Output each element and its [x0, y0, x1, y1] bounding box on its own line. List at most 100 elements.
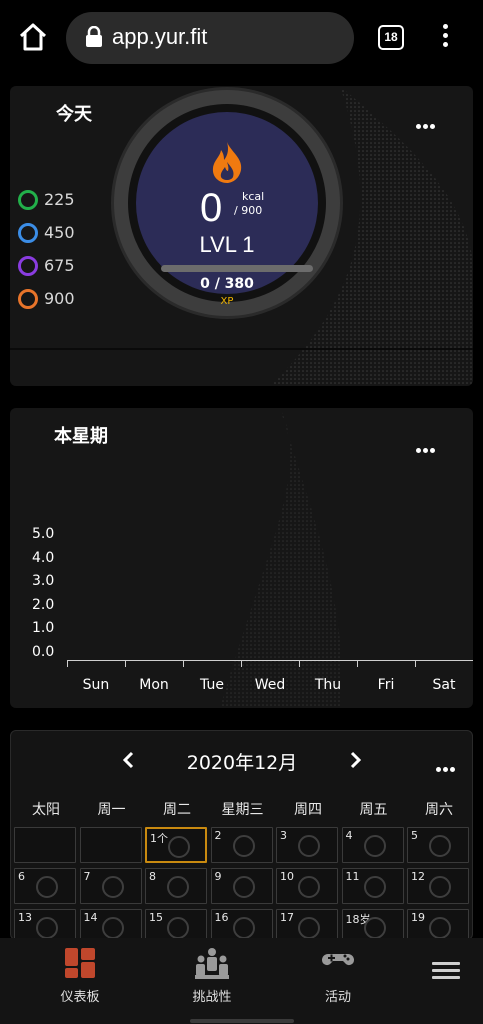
calendar-day[interactable]: 11 — [341, 868, 404, 904]
day-progress-ring — [36, 917, 58, 939]
nav-challenges[interactable]: 挑战性 — [162, 946, 262, 1005]
nav-label-dashboard: 仪表板 — [60, 990, 100, 1005]
calendar-day[interactable]: 15 — [145, 909, 207, 939]
y-tick-label: 1.0 — [32, 620, 55, 636]
hamburger-menu-icon[interactable] — [432, 962, 460, 982]
xp-label: XP — [220, 296, 234, 307]
browser-menu-icon[interactable] — [436, 24, 454, 52]
calendar-day[interactable]: 16 — [210, 909, 273, 939]
chevron-left-icon[interactable] — [121, 751, 135, 769]
challenges-icon — [194, 946, 230, 980]
calendar-day[interactable]: 13 — [14, 909, 76, 939]
day-number: 6 — [18, 870, 25, 883]
day-progress-ring — [363, 835, 386, 857]
kcal-unit: kcal — [242, 190, 265, 203]
day-number: 12 — [411, 870, 425, 883]
gauge-face: 0 kcal / 900 LVL 1 0 / 380 XP — [136, 112, 318, 307]
today-options-icon[interactable] — [416, 114, 440, 129]
nav-dashboard[interactable]: 仪表板 — [30, 946, 130, 1005]
x-tick-mark — [299, 660, 300, 667]
ring-legend-item: 450 — [18, 216, 75, 249]
day-progress-ring — [429, 876, 451, 898]
nav-label-challenges: 挑战性 — [192, 990, 232, 1005]
nav-label-activities: 活动 — [324, 990, 351, 1005]
x-tick-mark — [67, 660, 68, 667]
calendar-options-icon[interactable] — [436, 757, 460, 772]
x-tick-label: Sun — [82, 677, 110, 693]
x-tick-mark — [415, 660, 416, 667]
tab-switcher-button[interactable]: 18 — [378, 25, 404, 50]
ring-legend-item: 675 — [18, 249, 75, 282]
ring-legend-item: 900 — [18, 282, 75, 315]
day-number: 3 — [280, 829, 287, 842]
calendar-day[interactable]: 3 — [276, 827, 338, 863]
day-progress-ring — [101, 917, 124, 939]
address-bar[interactable]: app.yur.fit — [66, 12, 354, 64]
day-progress-ring — [363, 876, 386, 898]
calendar-day[interactable]: 5 — [407, 827, 469, 863]
weekday-label: 周六 — [425, 802, 453, 818]
day-number: 9 — [214, 870, 222, 883]
calendar-day[interactable]: 7 — [79, 868, 142, 904]
day-progress-ring — [363, 917, 386, 939]
card-title-today: 今天 — [56, 104, 92, 125]
day-number: 13 — [18, 911, 32, 924]
x-tick-label: Thu — [314, 677, 342, 693]
ring-legend: 225 450 675 900 — [18, 183, 75, 315]
weekday-label: 星期三 — [221, 802, 264, 818]
x-tick-mark — [125, 660, 126, 667]
calendar-day[interactable]: 6 — [14, 868, 76, 904]
ring-value: 450 — [44, 223, 75, 242]
day-progress-ring — [429, 835, 451, 857]
ring-icon — [18, 288, 38, 309]
x-tick-label: Fri — [377, 677, 395, 693]
y-tick-label: 5.0 — [32, 526, 55, 542]
weekday-label: 周五 — [359, 802, 388, 818]
x-tick-mark — [357, 660, 358, 667]
browser-toolbar: app.yur.fit 18 — [0, 0, 483, 76]
x-tick-label: Wed — [254, 677, 286, 693]
x-tick-mark — [241, 660, 242, 667]
calendar-day[interactable]: 14 — [79, 909, 142, 939]
day-progress-ring — [101, 876, 124, 898]
weekday-label: 周一 — [97, 802, 126, 818]
calendar-day[interactable]: 12 — [407, 868, 469, 904]
day-number: 16 — [214, 911, 229, 924]
week-options-icon[interactable] — [416, 438, 440, 453]
day-number: 10 — [280, 870, 294, 883]
calorie-gauge[interactable]: 0 kcal / 900 LVL 1 0 / 380 XP — [114, 90, 340, 316]
calendar-day[interactable]: 8 — [145, 868, 207, 904]
calendar-day[interactable]: 9 — [210, 868, 273, 904]
calendar-day[interactable]: 17 — [276, 909, 338, 939]
x-tick-mark — [183, 660, 184, 667]
kcal-value: 0 — [200, 186, 223, 230]
y-tick-label: 3.0 — [32, 573, 55, 589]
day-number: 4 — [345, 829, 353, 842]
day-number: 14 — [83, 911, 98, 924]
calendar-day[interactable]: 2 — [210, 827, 273, 863]
day-progress-ring — [232, 876, 255, 898]
ring-value: 900 — [44, 289, 75, 308]
day-progress-ring — [298, 917, 320, 939]
calendar-day[interactable]: 4 — [341, 827, 404, 863]
calendar-day[interactable]: 19 — [407, 909, 469, 939]
flame-icon — [209, 140, 245, 184]
calendar-day[interactable]: 10 — [276, 868, 338, 904]
home-icon[interactable] — [16, 20, 50, 54]
calendar-empty-day — [79, 827, 142, 863]
day-number: 2 — [214, 829, 222, 842]
calendar-empty-day — [14, 827, 76, 863]
card-title-week: 本星期 — [54, 426, 108, 447]
xp-progress-bar — [161, 265, 313, 272]
home-indicator — [190, 1019, 294, 1023]
chevron-right-icon[interactable] — [349, 751, 363, 769]
ring-icon — [18, 255, 38, 276]
calendar-day[interactable]: 18岁 — [341, 909, 404, 939]
lock-icon — [84, 25, 104, 48]
calendar-day[interactable]: 1个 — [145, 827, 207, 863]
y-tick-label: 2.0 — [32, 596, 55, 613]
day-progress-ring — [232, 835, 255, 857]
nav-activities[interactable]: 活动 — [288, 946, 388, 1005]
bottom-navigation: 仪表板 挑战性 活动 — [0, 938, 483, 1024]
day-number: 19 — [411, 911, 425, 924]
